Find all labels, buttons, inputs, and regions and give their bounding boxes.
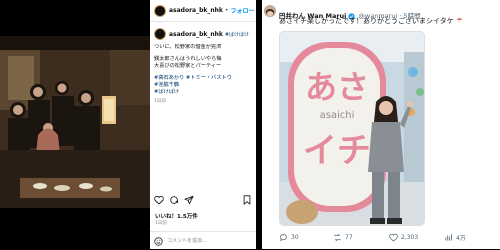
emoji-icon[interactable] — [154, 231, 163, 250]
avatar[interactable] — [154, 4, 166, 17]
follow-button[interactable]: フォロー — [230, 6, 254, 15]
reply-icon — [280, 234, 287, 242]
instagram-username[interactable]: asadora_bk_nhk — [169, 7, 223, 14]
caption-hashtag[interactable]: #ばけばけ — [225, 31, 249, 38]
heart-icon[interactable] — [154, 195, 164, 205]
tweet-text: あさイチ楽しかったです！ありがとうございまシイタケ — [279, 16, 463, 26]
retweet-button[interactable]: 77 — [333, 233, 353, 242]
sign-text-romaji: asaichi — [320, 110, 355, 121]
hashtag-link[interactable]: #池脇千鶴 — [154, 82, 252, 89]
post-date: 1日前 — [155, 221, 167, 226]
caption-line: 大喜びの松野家とパーティー — [154, 63, 222, 69]
tweet-text-content: あさイチ楽しかったです！ありがとうございまシイタケ — [279, 17, 454, 25]
comment-icon[interactable] — [169, 195, 179, 205]
tweet-photo[interactable]: あさ asaichi イチ — [279, 31, 425, 226]
like-count: 2,303 — [401, 234, 419, 241]
tweet: 円井わん Wan Marui @wanmarui · 5時間 あさイチ楽しかった… — [262, 0, 500, 249]
drama-scene-image — [0, 36, 150, 208]
views-button[interactable]: 4万 — [444, 233, 466, 242]
reply-count: 30 — [291, 234, 299, 241]
instagram-header: asadora_bk_nhk • フォロー — [150, 0, 256, 22]
sign-text-asa: あさ — [305, 68, 369, 106]
retweet-icon — [334, 233, 341, 242]
retweet-count: 77 — [345, 234, 353, 241]
instagram-caption: asadora_bk_nhk #ばけばけ ついに、松野家の借金が完済 銭太郎さん… — [150, 22, 256, 104]
like-icon — [389, 233, 398, 242]
views-count: 4万 — [456, 235, 466, 242]
instagram-action-bar — [154, 195, 252, 205]
separator-dot: • — [224, 7, 229, 14]
bookmark-icon[interactable] — [242, 195, 252, 205]
sign-text-ichi: イチ — [303, 131, 371, 171]
caption-timestamp: 1日前 — [154, 99, 166, 104]
likes-count[interactable]: いいね！1.5万件 — [155, 212, 198, 220]
like-button[interactable]: 2,303 — [389, 233, 418, 242]
hashtag-link[interactable]: #ばけばけ — [154, 89, 252, 96]
comment-bar: コメントを追加... — [150, 231, 256, 249]
caption-header: asadora_bk_nhk #ばけばけ — [154, 28, 252, 40]
hashtag-link[interactable]: #高石あかり #トミー・バストウ — [154, 75, 252, 82]
caption-line: ついに、松野家の借金が完済 — [154, 44, 222, 50]
caption-line: 銭太郎さんはうれしいやら悔 — [154, 56, 222, 62]
caption-username[interactable]: asadora_bk_nhk — [169, 31, 223, 38]
share-icon[interactable] — [184, 195, 194, 205]
views-icon — [445, 234, 452, 241]
instagram-post-photo[interactable] — [0, 0, 150, 249]
tweet-action-bar: 30 77 2,303 4万 — [279, 233, 495, 245]
reply-button[interactable]: 30 — [279, 233, 299, 242]
instagram-side-panel: asadora_bk_nhk • フォロー asadora_bk_nhk #ばけ… — [150, 0, 256, 249]
avatar[interactable] — [264, 5, 276, 17]
comment-input[interactable]: コメントを追加... — [167, 237, 207, 244]
caption-text: ついに、松野家の借金が完済 銭太郎さんはうれしいやら悔 大喜びの松野家とパーティ… — [154, 44, 252, 96]
caption-avatar[interactable] — [154, 28, 166, 40]
mushroom-emoji — [456, 17, 463, 25]
